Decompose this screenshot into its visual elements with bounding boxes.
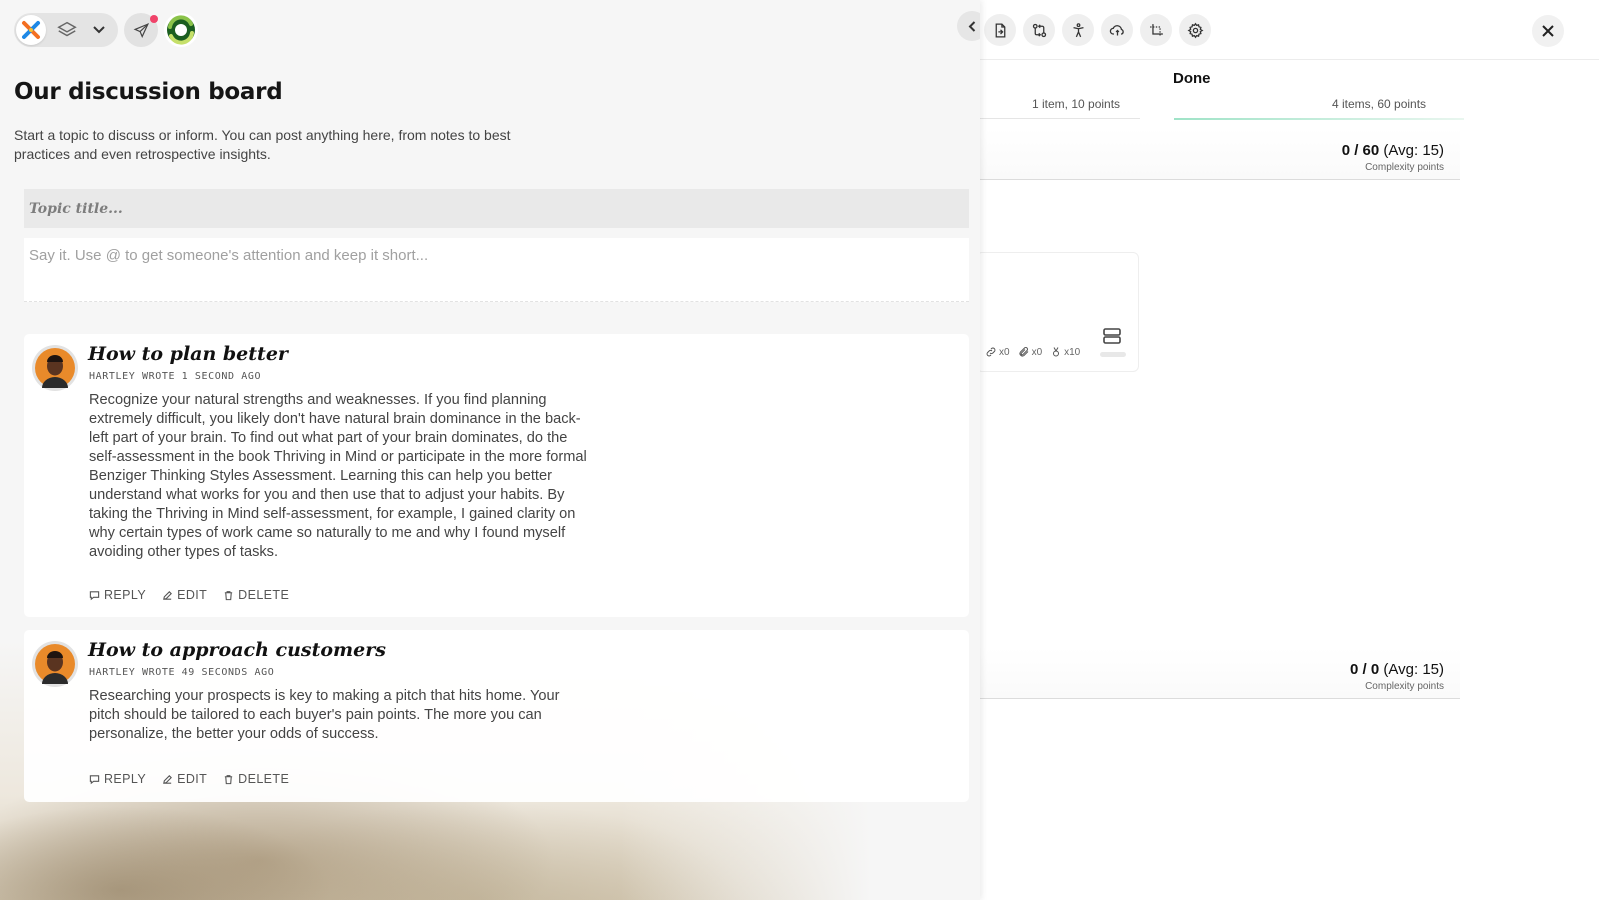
- complexity-summary-bottom: 0 / 0 (Avg: 15) Complexity points: [980, 647, 1460, 699]
- avatar[interactable]: [32, 345, 78, 391]
- delete-button[interactable]: DELETE: [223, 772, 289, 786]
- paperclip-icon: [1019, 347, 1028, 357]
- complexity-label: Complexity points: [1365, 681, 1444, 692]
- attachment-count: x0: [1018, 346, 1042, 358]
- kanban-board: Done 1 item, 10 points 4 items, 60 point…: [976, 0, 1599, 900]
- collapse-panel-button[interactable]: [957, 11, 980, 41]
- pencil-icon: [163, 774, 173, 784]
- card-meta: x0 x0 x10: [985, 346, 1080, 358]
- post-title[interactable]: How to approach customers: [88, 639, 386, 661]
- award-count: x10: [1050, 346, 1080, 358]
- chevron-left-icon: [968, 20, 975, 32]
- notification-dot: [150, 15, 158, 23]
- medal-icon: [1053, 347, 1060, 357]
- topic-body-input[interactable]: [24, 238, 969, 302]
- complexity-points: 0 / 0 (Avg: 15): [1350, 661, 1444, 678]
- discussion-post: How to approach customers Hartley wrote …: [24, 630, 969, 802]
- layers-icon[interactable]: [56, 19, 78, 41]
- delete-button[interactable]: DELETE: [223, 588, 289, 602]
- post-body: Researching your prospects is key to mak…: [89, 688, 560, 742]
- chevron-down-icon[interactable]: [91, 21, 107, 37]
- discussion-post: How to plan better Hartley wrote 1 secon…: [24, 334, 969, 617]
- pencil-icon: [163, 590, 173, 600]
- column-progress-line: [1174, 118, 1464, 120]
- file-export-icon[interactable]: [984, 14, 1016, 46]
- close-icon[interactable]: [1532, 15, 1564, 47]
- link-icon: [986, 347, 996, 357]
- x-logo-icon: [22, 21, 40, 39]
- reply-icon: [89, 774, 100, 784]
- app-logo-icon[interactable]: [164, 13, 198, 47]
- board-toolbar: [980, 0, 1599, 60]
- git-compare-icon[interactable]: [1023, 14, 1055, 46]
- brand-logo-icon[interactable]: [16, 15, 46, 45]
- server-stack-icon: [1103, 328, 1121, 344]
- cloud-sync-icon[interactable]: [1101, 14, 1133, 46]
- column-count-left: 1 item, 10 points: [1032, 97, 1121, 111]
- post-title[interactable]: How to plan better: [88, 343, 288, 365]
- avatar[interactable]: [32, 641, 78, 687]
- reply-button[interactable]: REPLY: [89, 588, 146, 602]
- post-body: Recognize your natural strengths and wea…: [89, 392, 587, 560]
- post-author-meta: Hartley wrote 49 seconds ago: [89, 667, 275, 678]
- post-actions: REPLY EDIT DELETE: [89, 588, 289, 602]
- trash-icon: [224, 590, 233, 600]
- discussion-panel: Our discussion board Start a topic to di…: [0, 0, 980, 900]
- column-count-right: 4 items, 60 points: [1332, 97, 1427, 111]
- trash-icon: [224, 774, 233, 784]
- topic-title-input[interactable]: [24, 189, 969, 228]
- complexity-points: 0 / 60 (Avg: 15): [1341, 142, 1444, 159]
- post-actions: REPLY EDIT DELETE: [89, 772, 289, 786]
- gear-icon[interactable]: [1179, 14, 1211, 46]
- page-title: Our discussion board: [14, 79, 283, 105]
- edit-button[interactable]: EDIT: [162, 772, 207, 786]
- reply-button[interactable]: REPLY: [89, 772, 146, 786]
- crop-icon[interactable]: [1140, 14, 1172, 46]
- link-count: x0: [985, 346, 1010, 358]
- reply-icon: [89, 590, 100, 600]
- page-intro: Start a topic to discuss or inform. You …: [14, 127, 511, 162]
- column-divider: [980, 118, 1140, 119]
- complexity-summary: 0 / 60 (Avg: 15) Complexity points: [980, 128, 1460, 180]
- accessibility-icon[interactable]: [1062, 14, 1094, 46]
- task-card[interactable]: x0 x0 x10: [976, 252, 1139, 372]
- card-progress-bar: [1100, 352, 1126, 357]
- post-author-meta: Hartley wrote 1 second ago: [89, 371, 262, 382]
- complexity-label: Complexity points: [1365, 162, 1444, 173]
- column-title: Done: [1173, 70, 1211, 87]
- edit-button[interactable]: EDIT: [162, 588, 207, 602]
